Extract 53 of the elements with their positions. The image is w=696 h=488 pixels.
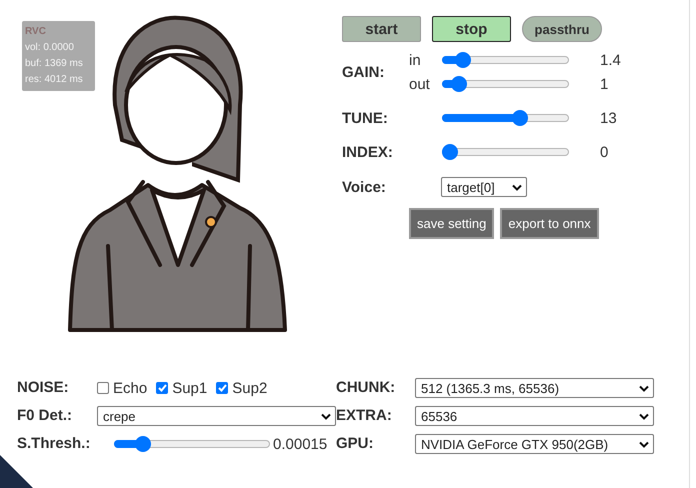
chevron-down-icon <box>639 412 649 420</box>
threshold-label: S.Thresh.: <box>17 434 92 454</box>
voice-select[interactable]: target[0] <box>441 177 527 197</box>
slider-value: 0 <box>600 144 608 160</box>
checkbox-label: Echo <box>113 380 148 396</box>
corner-decoration <box>0 455 33 488</box>
slider[interactable] <box>442 76 569 92</box>
extra-label: EXTRA: <box>336 406 393 426</box>
chevron-down-icon <box>321 412 331 420</box>
slider[interactable] <box>442 110 569 126</box>
slider-thumb[interactable] <box>455 52 472 68</box>
control-button[interactable]: stop <box>432 16 511 42</box>
action-button[interactable]: save setting <box>409 208 494 239</box>
gpu-label: GPU: <box>336 434 374 454</box>
stats-line: buf: 1369 ms <box>25 57 84 71</box>
channel-label: in <box>409 52 422 68</box>
gpu-select[interactable]: NVIDIA GeForce GTX 950(2GB) <box>415 434 654 454</box>
slider-thumb[interactable] <box>512 110 528 126</box>
checkbox[interactable] <box>97 382 109 394</box>
stats-title: RVC <box>25 25 47 39</box>
toggle-button[interactable]: passthru <box>522 16 602 42</box>
slider-thumb[interactable] <box>442 144 458 160</box>
slider[interactable] <box>442 52 569 68</box>
checkbox-label: Sup2 <box>232 380 268 396</box>
f0-label: F0 Det.: <box>17 406 74 426</box>
noise-label: NOISE: <box>17 378 70 398</box>
checkbox-label: Sup1 <box>172 380 208 396</box>
slider-thumb[interactable] <box>135 436 151 452</box>
slider[interactable] <box>114 436 270 452</box>
checkbox[interactable] <box>156 382 168 394</box>
slider-thumb[interactable] <box>450 76 467 92</box>
slider-label: INDEX: <box>342 144 394 160</box>
channel-label: out <box>409 76 431 92</box>
extra-select[interactable]: 65536 <box>415 406 654 426</box>
checkbox[interactable] <box>216 382 228 394</box>
gain-label: GAIN: <box>342 64 386 80</box>
slider-value: 1 <box>600 76 608 92</box>
chunk-select[interactable]: 512 (1365.3 ms, 65536) <box>415 378 654 398</box>
chevron-down-icon <box>512 184 522 190</box>
chunk-label: CHUNK: <box>336 378 396 398</box>
chevron-down-icon <box>639 384 649 392</box>
slider-label: TUNE: <box>342 110 389 126</box>
f0-select[interactable]: crepe <box>97 406 336 426</box>
action-button[interactable]: export to onnx <box>500 208 599 239</box>
slider-value: 1.4 <box>600 52 621 68</box>
stats-line: res: 4012 ms <box>25 73 84 87</box>
slider-value: 13 <box>600 110 617 126</box>
stats-line: vol: 0.0000 <box>25 41 75 55</box>
chevron-down-icon <box>639 440 649 448</box>
slider[interactable] <box>442 144 569 160</box>
slider-value: 0.00015 <box>273 436 328 452</box>
voice-label: Voice: <box>342 178 387 196</box>
control-button[interactable]: start <box>342 16 421 42</box>
